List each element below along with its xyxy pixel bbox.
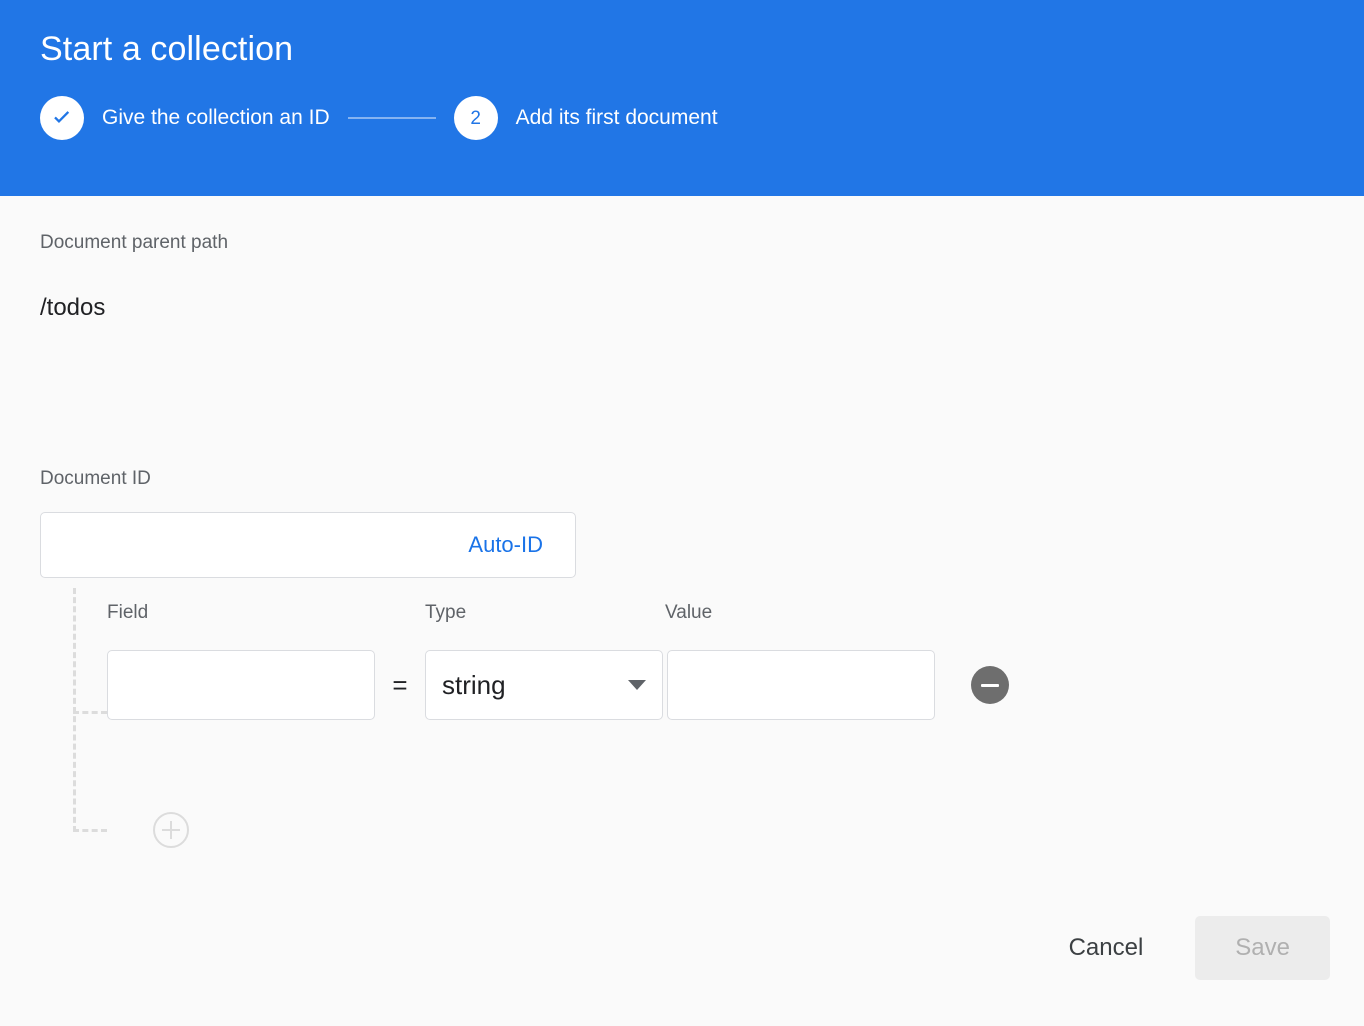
fields-tree: Field Type Value = string [40, 588, 1324, 868]
field-header-value: Value [665, 602, 713, 623]
field-header-type: Type [425, 602, 467, 623]
add-field-button[interactable] [153, 812, 189, 848]
tree-branch-field [73, 711, 107, 714]
document-id-input[interactable] [41, 513, 471, 577]
parent-path-label: Document parent path [40, 232, 229, 253]
start-collection-dialog: Start a collection Give the collection a… [0, 0, 1364, 1026]
document-id-field[interactable]: Auto-ID [40, 512, 576, 578]
auto-id-button[interactable]: Auto-ID [466, 528, 545, 562]
field-row: = string [107, 650, 1009, 720]
tree-branch-add [73, 829, 107, 832]
field-type-select[interactable]: string [425, 650, 663, 720]
plus-circle-icon-vertical [170, 821, 172, 839]
check-icon [49, 105, 75, 131]
parent-path-value: /todos [40, 294, 106, 321]
minus-circle-icon [981, 683, 999, 687]
dialog-footer: Cancel Save [0, 900, 1364, 1026]
stepper-step-2[interactable]: 2 Add its first document [453, 96, 718, 140]
dialog-header: Start a collection Give the collection a… [0, 0, 1364, 196]
field-header-field: Field [107, 602, 149, 623]
cancel-button[interactable]: Cancel [1047, 920, 1166, 976]
chevron-down-icon [628, 680, 646, 690]
stepper-connector [347, 117, 436, 119]
document-id-label: Document ID [40, 468, 151, 489]
step-2-number: 2 [470, 107, 481, 129]
field-column-headers: Field Type Value [107, 588, 1009, 624]
field-group: Field Type Value = string [107, 588, 1009, 720]
field-name-input[interactable] [107, 650, 375, 720]
dialog-body: Document parent path /todos Document ID … [0, 196, 1364, 900]
save-button[interactable]: Save [1195, 916, 1330, 980]
tree-vertical-line [73, 588, 76, 832]
step-1-badge [40, 96, 84, 140]
equals-sign: = [392, 670, 408, 700]
page-title: Start a collection [40, 30, 294, 68]
remove-field-button[interactable] [971, 666, 1009, 704]
step-2-label: Add its first document [515, 106, 718, 129]
field-value-input[interactable] [667, 650, 935, 720]
document-id-block: Document ID Auto-ID [40, 468, 1324, 578]
step-2-badge: 2 [453, 96, 498, 140]
stepper: Give the collection an ID 2 Add its firs… [40, 96, 1324, 140]
step-1-label: Give the collection an ID [102, 106, 330, 129]
field-type-value: string [442, 669, 506, 700]
stepper-step-1[interactable]: Give the collection an ID [40, 96, 330, 140]
